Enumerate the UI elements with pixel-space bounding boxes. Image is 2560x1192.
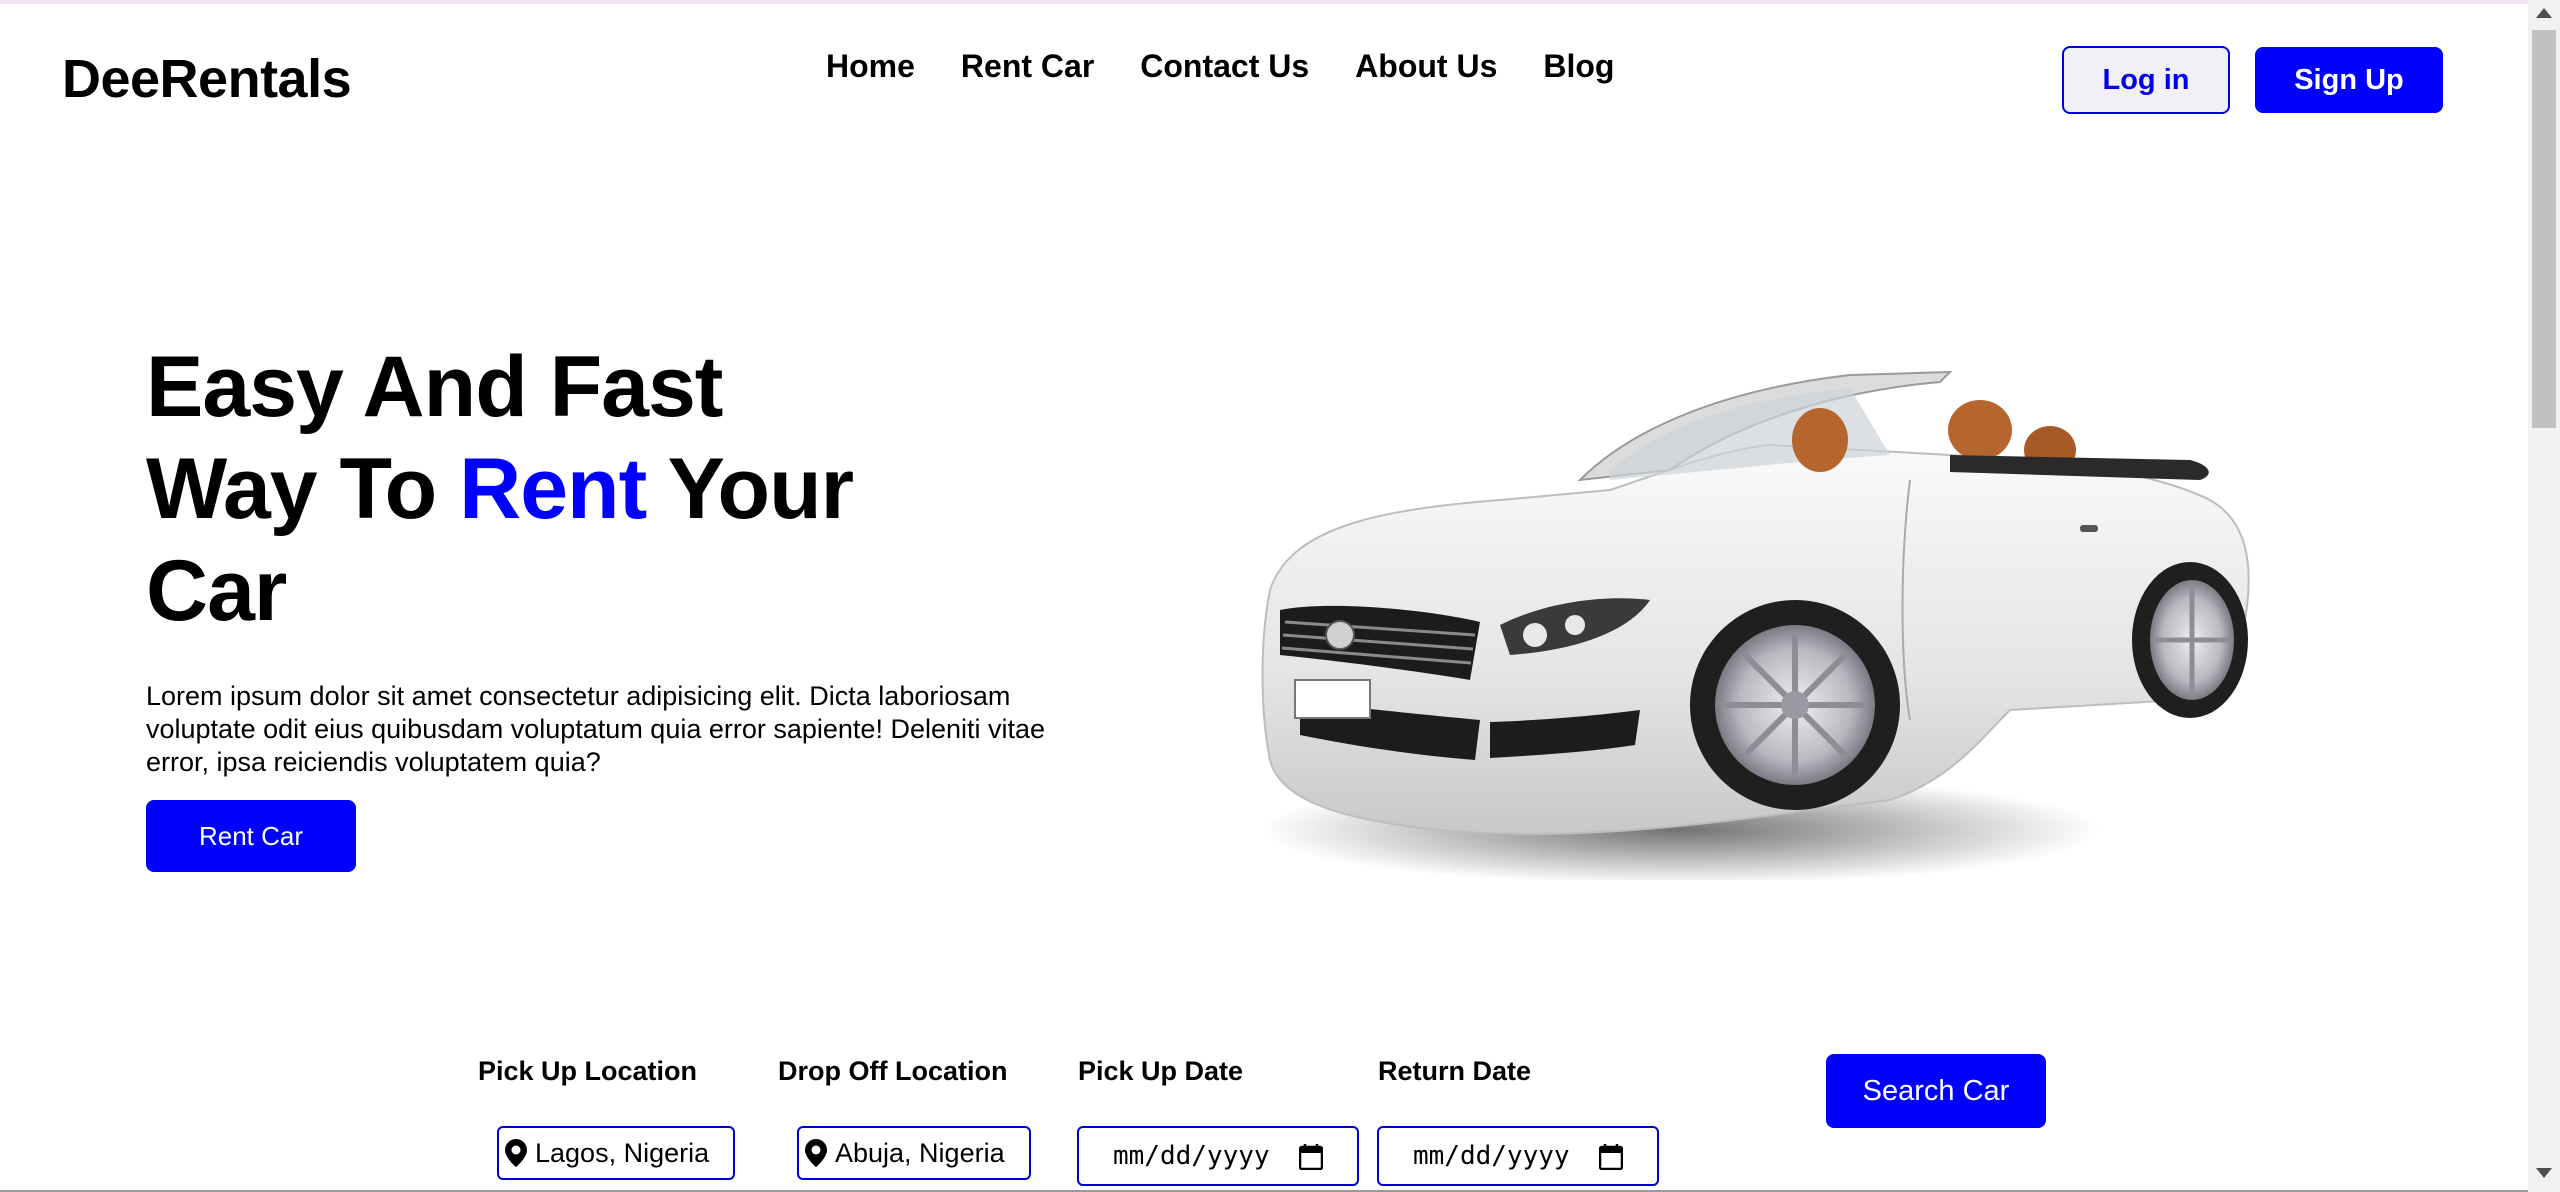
white-convertible-car-image — [1260, 370, 2250, 880]
rent-car-button[interactable]: Rent Car — [146, 800, 356, 872]
signup-button[interactable]: Sign Up — [2255, 47, 2443, 113]
nav-item-blog[interactable]: Blog — [1543, 48, 1614, 85]
hero-title-line1: Easy And Fast — [146, 339, 723, 435]
hero-title: Easy And Fast Way To Rent Your Car — [146, 336, 1046, 642]
return-date-label: Return Date — [1378, 1056, 1532, 1086]
nav-item-about-us[interactable]: About Us — [1355, 48, 1497, 85]
vertical-scrollbar[interactable] — [2528, 0, 2560, 1192]
pickup-location-label: Pick Up Location — [478, 1056, 698, 1086]
hero-title-accent: Rent — [459, 441, 647, 537]
pickup-location-input[interactable]: Lagos, Nigeria — [497, 1126, 735, 1180]
main-nav: Home Rent Car Contact Us About Us Blog — [826, 48, 1614, 85]
top-border — [0, 0, 2528, 4]
pickup-date-input[interactable]: mm/dd/yyyy — [1077, 1126, 1359, 1186]
pickup-location-value: Lagos, Nigeria — [535, 1137, 710, 1168]
map-pin-icon — [805, 1139, 827, 1167]
dropoff-location-value: Abuja, Nigeria — [835, 1137, 1005, 1168]
nav-item-rent-car[interactable]: Rent Car — [961, 48, 1094, 85]
brand-logo[interactable]: DeeRentals — [62, 48, 352, 110]
return-date-input[interactable]: mm/dd/yyyy — [1377, 1126, 1659, 1186]
map-pin-icon — [505, 1139, 527, 1167]
dropoff-location-label: Drop Off Location — [778, 1056, 1008, 1086]
nav-item-contact-us[interactable]: Contact Us — [1140, 48, 1309, 85]
nav-item-home[interactable]: Home — [826, 48, 915, 85]
scrollbar-thumb[interactable] — [2532, 30, 2556, 428]
pickup-date-label: Pick Up Date — [1078, 1056, 1244, 1086]
calendar-icon[interactable] — [1599, 1144, 1623, 1170]
scroll-up-arrow-icon[interactable] — [2536, 8, 2552, 18]
hero-title-line2-after: Your — [646, 441, 855, 537]
hero-title-line3: Car — [146, 543, 287, 639]
pickup-date-placeholder: mm/dd/yyyy — [1113, 1141, 1270, 1171]
hero-description: Lorem ipsum dolor sit amet consectetur a… — [146, 681, 1046, 777]
search-car-button[interactable]: Search Car — [1826, 1054, 2046, 1128]
return-date-placeholder: mm/dd/yyyy — [1413, 1141, 1570, 1171]
login-button[interactable]: Log in — [2062, 46, 2230, 114]
calendar-icon[interactable] — [1299, 1144, 1323, 1170]
scroll-down-arrow-icon[interactable] — [2536, 1168, 2552, 1178]
hero-title-line2-before: Way To — [146, 441, 460, 537]
dropoff-location-input[interactable]: Abuja, Nigeria — [797, 1126, 1031, 1180]
